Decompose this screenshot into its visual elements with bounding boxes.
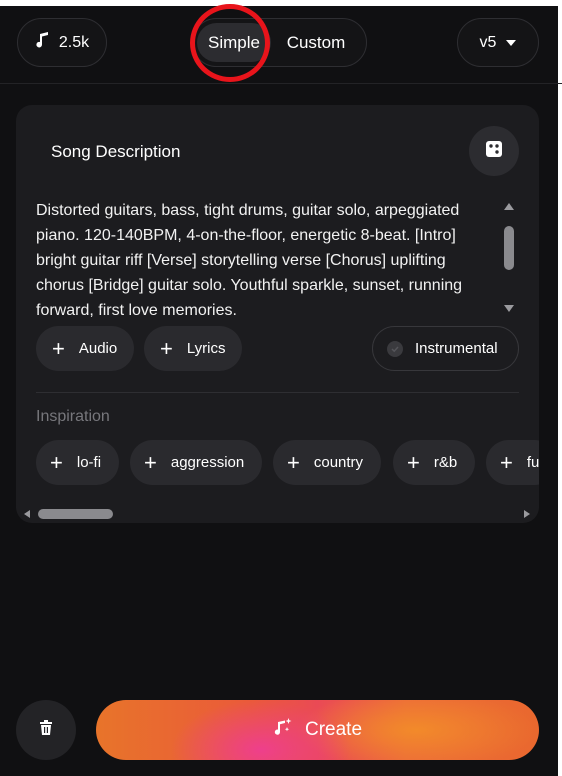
horizontal-scrollbar-thumb[interactable]: [38, 509, 113, 519]
chevron-down-icon: [506, 39, 517, 46]
music-sparkle-icon: [273, 717, 293, 743]
check-circle-icon: [387, 340, 403, 357]
version-dropdown[interactable]: v5: [457, 18, 539, 67]
description-textarea[interactable]: Distorted guitars, bass, tight drums, gu…: [36, 198, 496, 326]
credits-button[interactable]: 2.5k: [17, 18, 107, 67]
add-lyrics-button[interactable]: + Lyrics: [144, 326, 242, 371]
tag-lofi[interactable]: + lo-fi: [36, 440, 120, 485]
music-note-icon: [35, 32, 49, 53]
divider: [36, 392, 519, 393]
tag-country[interactable]: + country: [273, 440, 382, 485]
mode-toggle: Simple Custom: [192, 18, 367, 67]
inspiration-tags: + lo-fi + aggression + country + r&b + f…: [36, 440, 539, 485]
scroll-left-arrow[interactable]: [24, 510, 30, 518]
scroll-down-arrow[interactable]: [504, 305, 514, 312]
plus-icon: +: [50, 449, 63, 475]
scroll-right-arrow[interactable]: [524, 510, 530, 518]
mode-simple-tab[interactable]: Simple: [197, 23, 271, 62]
tag-label: aggression: [170, 454, 245, 471]
tag-label: fu: [526, 454, 539, 471]
inspiration-label: Inspiration: [36, 408, 110, 425]
trash-icon: [39, 719, 53, 741]
plus-icon: +: [407, 449, 420, 475]
plus-icon: +: [144, 449, 157, 475]
credits-count: 2.5k: [58, 33, 90, 51]
create-label: Create: [304, 719, 363, 740]
plus-icon: +: [287, 449, 300, 475]
card-title: Song Description: [51, 142, 181, 161]
instrumental-toggle[interactable]: Instrumental: [372, 326, 519, 371]
plus-icon: +: [500, 449, 513, 475]
tag-label: r&b: [433, 454, 458, 471]
dice-icon: [485, 140, 503, 163]
tag-partial[interactable]: + fu: [486, 440, 539, 485]
window-right-edge: [558, 0, 562, 776]
tag-label: country: [313, 454, 364, 471]
instrumental-label: Instrumental: [415, 340, 498, 357]
randomize-button[interactable]: [469, 126, 519, 176]
plus-icon: +: [160, 335, 173, 361]
song-description-card: Song Description Distorted guitars, bass…: [16, 105, 539, 523]
vertical-scrollbar-thumb[interactable]: [504, 226, 514, 270]
create-button[interactable]: Create: [96, 700, 539, 760]
tag-aggression[interactable]: + aggression: [130, 440, 263, 485]
scroll-up-arrow[interactable]: [504, 203, 514, 210]
tag-label: lo-fi: [76, 454, 102, 471]
clear-button[interactable]: [16, 700, 76, 760]
lyrics-label: Lyrics: [186, 340, 226, 357]
add-audio-button[interactable]: + Audio: [36, 326, 134, 371]
top-bar: 2.5k Simple Custom v5: [0, 0, 562, 84]
audio-label: Audio: [78, 340, 118, 357]
plus-icon: +: [52, 335, 65, 361]
version-label: v5: [479, 33, 497, 51]
mode-custom-tab[interactable]: Custom: [271, 23, 361, 62]
tag-rnb[interactable]: + r&b: [393, 440, 476, 485]
